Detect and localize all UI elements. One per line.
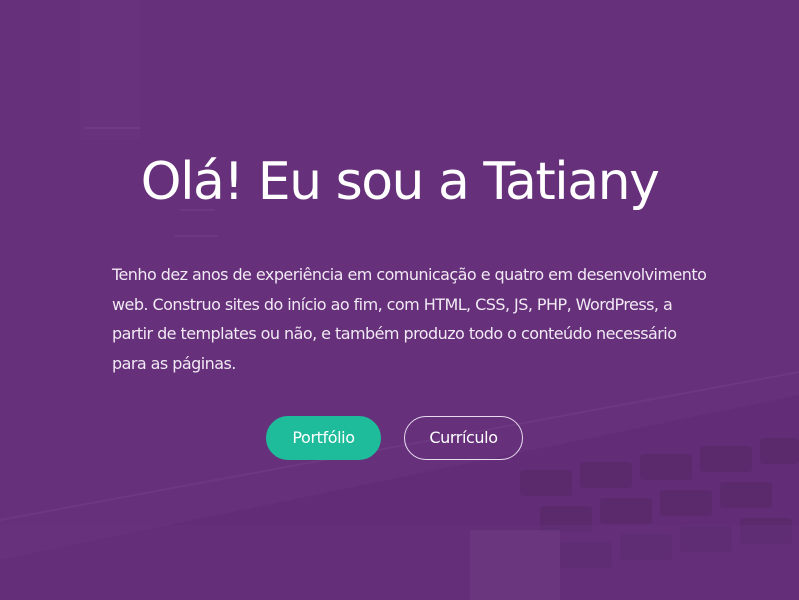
page-title: Olá! Eu sou a Tatiany [140, 152, 660, 212]
intro-paragraph: Tenho dez anos de experiência em comunic… [112, 265, 707, 373]
resume-button[interactable]: Currículo [404, 416, 523, 460]
portfolio-button[interactable]: Portfólio [266, 416, 381, 460]
hero-section: Olá! Eu sou a Tatiany Tenho dez anos de … [0, 0, 799, 600]
